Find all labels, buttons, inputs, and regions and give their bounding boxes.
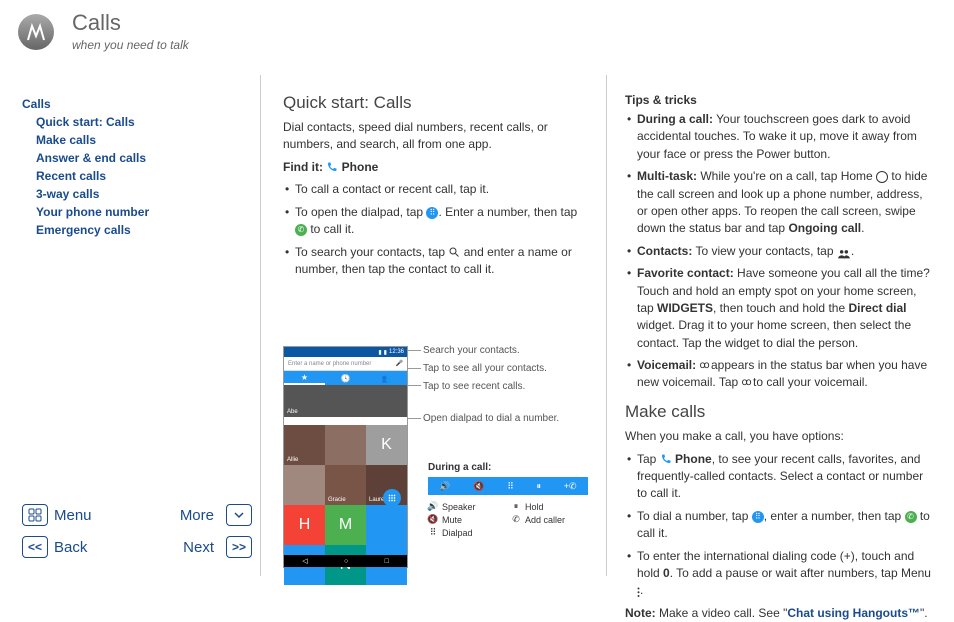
tip-voicemail: Voicemail: ꝏ appears in the status bar w… xyxy=(625,357,932,392)
dialpad-bar-icon[interactable]: ⠿ xyxy=(507,481,514,492)
tips-heading: Tips & tricks xyxy=(625,93,932,107)
call-icon: ✆ xyxy=(295,224,307,236)
search-placeholder: Enter a name or phone number xyxy=(288,361,371,367)
note-line: Note: Make a video call. See "Chat using… xyxy=(625,605,932,622)
battery-icon: ▮ xyxy=(384,349,387,356)
toc-item-emergency[interactable]: Emergency calls xyxy=(22,221,252,239)
hold-icon: ⏸ xyxy=(511,501,521,512)
speaker-bar-icon[interactable]: 🔊 xyxy=(439,481,450,492)
menu-label[interactable]: Menu xyxy=(54,507,174,524)
page-title: Calls xyxy=(72,10,189,36)
callout-contacts: Tap to see all your contacts. xyxy=(423,363,547,374)
voicemail-icon: ꝏ xyxy=(742,376,750,391)
make-calls-heading: Make calls xyxy=(625,402,932,422)
callbar-heading: During a call: xyxy=(428,462,588,473)
contact-tile[interactable]: K xyxy=(366,425,407,465)
mute-bar-icon[interactable]: 🔇 xyxy=(473,481,484,492)
make-bullet-intl: To enter the international dialing code … xyxy=(625,548,932,600)
signal-icon: ▮ xyxy=(378,349,381,356)
home-icon xyxy=(876,171,888,183)
toc-item-answer[interactable]: Answer & end calls xyxy=(22,149,252,167)
back-nav-icon[interactable]: ◁ xyxy=(302,557,307,565)
bullet-search: To search your contacts, tap and enter a… xyxy=(283,244,590,279)
contact-tile[interactable]: Gracie xyxy=(325,465,366,505)
tip-multitask: Multi-task: While you're on a call, tap … xyxy=(625,168,932,238)
contact-tile[interactable]: H xyxy=(284,505,325,545)
toc-item-recent[interactable]: Recent calls xyxy=(22,167,252,185)
chevron-down-icon xyxy=(233,509,245,521)
contact-tile[interactable]: M xyxy=(325,505,366,545)
callout-search: Search your contacts. xyxy=(423,345,520,356)
contact-tile[interactable] xyxy=(325,425,366,465)
hold-bar-icon[interactable]: ⏸ xyxy=(537,481,542,492)
toc-section[interactable]: Calls xyxy=(22,95,252,113)
more-button[interactable] xyxy=(226,504,252,526)
toc-item-3way[interactable]: 3-way calls xyxy=(22,185,252,203)
contact-tile[interactable]: Allie xyxy=(284,425,325,465)
hangouts-link[interactable]: Chat using Hangouts™ xyxy=(787,606,920,620)
contacts-icon xyxy=(837,247,851,257)
tip-contacts: Contacts: To view your contacts, tap . xyxy=(625,243,932,260)
make-bullet-dial: To dial a number, tap ⠿, enter a number,… xyxy=(625,508,932,543)
next-label[interactable]: Next xyxy=(183,539,214,556)
voicemail-icon: ꝏ xyxy=(699,359,707,374)
tip-during-call: During a call: Your touchscreen goes dar… xyxy=(625,111,932,163)
dialpad-fab[interactable] xyxy=(383,489,401,507)
contact-tile[interactable] xyxy=(284,465,325,505)
mute-icon: 🔇 xyxy=(428,514,438,525)
more-label[interactable]: More xyxy=(180,507,214,524)
home-nav-icon[interactable]: ○ xyxy=(344,558,348,565)
tab-favorites[interactable]: ★ xyxy=(284,371,325,385)
logo-m-icon xyxy=(24,20,48,44)
find-it-line: Find it: Phone xyxy=(283,159,590,176)
dialpad-legend-icon: ⠿ xyxy=(428,527,438,538)
quickstart-heading: Quick start: Calls xyxy=(283,93,590,113)
status-bar: ▮ ▮ 12:36 xyxy=(284,347,407,357)
tip-favorite: Favorite contact: Have someone you call … xyxy=(625,265,932,352)
phone-icon xyxy=(660,453,672,465)
recent-nav-icon[interactable]: □ xyxy=(385,558,389,565)
search-icon xyxy=(448,246,460,258)
add-bar-icon[interactable]: +✆ xyxy=(564,481,577,492)
phone-search-row[interactable]: Enter a name or phone number 🎤 xyxy=(284,357,407,371)
make-bullet-phone: Tap Phone, to see your recent calls, fav… xyxy=(625,451,932,503)
toc-item-quickstart[interactable]: Quick start: Calls xyxy=(22,113,252,131)
menu-button[interactable] xyxy=(22,504,48,526)
android-navbar: ◁ ○ □ xyxy=(284,555,407,567)
callout-dialpad: Open dialpad to dial a number. xyxy=(423,413,559,424)
mic-icon: 🎤 xyxy=(396,360,403,367)
dialpad-icon: ⠿ xyxy=(752,511,764,523)
phone-icon xyxy=(326,161,338,173)
call-icon: ✆ xyxy=(905,511,917,523)
find-it-value: Phone xyxy=(342,160,379,174)
find-it-label: Find it: xyxy=(283,160,323,174)
next-button[interactable]: >> xyxy=(226,536,252,558)
contact-tile[interactable] xyxy=(366,505,407,545)
make-calls-intro: When you make a call, you have options: xyxy=(625,428,932,445)
add-caller-icon: ✆ xyxy=(511,514,521,525)
tab-contacts[interactable]: 👥 xyxy=(366,371,407,385)
in-call-bar: 🔊 🔇 ⠿ ⏸ +✆ xyxy=(428,477,588,495)
status-time: 12:36 xyxy=(389,349,404,355)
table-of-contents: Calls Quick start: Calls Make calls Answ… xyxy=(22,95,252,239)
contact-tile-wide[interactable]: Abe xyxy=(284,385,407,417)
tab-recent[interactable]: 🕓 xyxy=(325,371,366,385)
bullet-dialpad: To open the dialpad, tap ⠿. Enter a numb… xyxy=(283,204,590,239)
phone-screenshot: Search your contacts. Tap to see all you… xyxy=(283,333,588,568)
back-button[interactable]: << xyxy=(22,536,48,558)
dialpad-icon: ⠿ xyxy=(426,207,438,219)
toc-item-number[interactable]: Your phone number xyxy=(22,203,252,221)
quickstart-intro: Dial contacts, speed dial numbers, recen… xyxy=(283,119,590,153)
toc-item-make[interactable]: Make calls xyxy=(22,131,252,149)
bullet-tap-contact: To call a contact or recent call, tap it… xyxy=(283,181,590,198)
callout-recent: Tap to see recent calls. xyxy=(423,381,525,392)
speaker-icon: 🔊 xyxy=(428,501,438,512)
back-label[interactable]: Back xyxy=(54,539,177,556)
page-subtitle: when you need to talk xyxy=(72,38,189,52)
motorola-logo xyxy=(18,14,54,50)
